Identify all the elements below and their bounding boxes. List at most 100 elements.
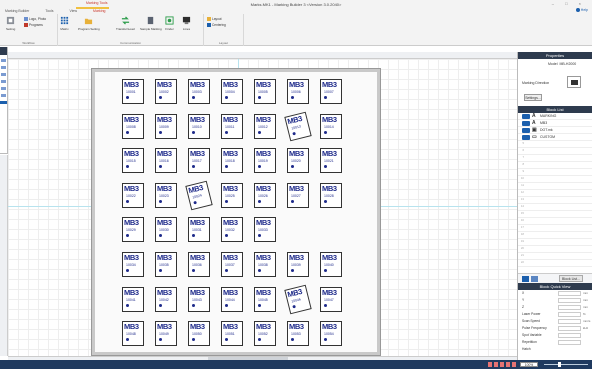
block-list-row[interactable]: 7 — [518, 155, 592, 162]
marking-tile[interactable]: MB3 10021 — [320, 148, 342, 174]
field-input[interactable] — [558, 298, 581, 303]
settings-button[interactable]: Settings... — [524, 94, 542, 101]
marking-tile[interactable]: MB3 10016 — [155, 148, 177, 174]
design-canvas[interactable]: MB3 10001 MB3 10002 MB3 10003 MB3 10004 MB3 10005… — [8, 59, 517, 356]
marking-tile[interactable]: MB3 10049 — [155, 321, 177, 347]
matrix-button[interactable]: Matrix — [60, 16, 69, 31]
block-list-row[interactable]: 15 — [518, 211, 592, 218]
marking-tile[interactable]: MB3 10048 — [122, 321, 144, 347]
marking-tile[interactable]: MB3 10003 — [188, 79, 210, 104]
block-list-row[interactable]: 10 — [518, 176, 592, 183]
marking-tile[interactable]: MB3 10024 — [185, 180, 213, 211]
marking-tile[interactable]: MB3 10051 — [221, 321, 243, 347]
programs-button[interactable]: Programs — [24, 23, 43, 27]
block-list-item[interactable]: A MB3 — [518, 120, 592, 127]
marking-tile[interactable]: MB3 10046 — [284, 284, 312, 314]
block-list-row[interactable]: 18 — [518, 232, 592, 239]
marking-tile[interactable]: MB3 10018 — [221, 148, 243, 174]
marking-tile[interactable]: MB3 10007 — [320, 79, 342, 104]
marking-tile[interactable]: MB3 10026 — [254, 182, 276, 208]
block-list-item[interactable]: ▣ DOT.mk — [518, 127, 592, 134]
marking-tile[interactable]: MB3 10031 — [188, 217, 210, 243]
marking-tile[interactable]: MB3 10052 — [254, 321, 276, 347]
marking-tile[interactable]: MB3 10042 — [155, 286, 177, 312]
marking-tile[interactable]: MB3 10030 — [155, 217, 177, 243]
sample-marking-button[interactable]: Sample Marking — [140, 16, 162, 31]
marking-tile[interactable]: MB3 10039 — [287, 252, 309, 277]
block-enable-toggle[interactable] — [522, 121, 530, 126]
marking-tile[interactable]: MB3 10005 — [254, 79, 276, 104]
centering-button[interactable]: Centering — [207, 23, 226, 27]
marking-tile[interactable]: MB3 10053 — [287, 321, 309, 347]
left-panel-item[interactable] — [1, 66, 6, 69]
block-list-row[interactable]: 12 — [518, 190, 592, 197]
block-list-row[interactable]: 17 — [518, 225, 592, 232]
block-list-row[interactable]: 5 — [518, 141, 592, 148]
field-input[interactable] — [558, 333, 581, 338]
marking-tile[interactable]: MB3 10002 — [155, 79, 177, 104]
layout-button[interactable]: Layout — [207, 17, 222, 21]
marking-tile[interactable]: MB3 10022 — [122, 182, 144, 208]
marking-tile[interactable]: MB3 10023 — [155, 182, 177, 208]
zoom-slider-knob[interactable] — [558, 362, 561, 367]
block-list-row[interactable]: 20 — [518, 246, 592, 253]
left-panel-item[interactable] — [1, 94, 6, 97]
marking-tile[interactable]: MB3 10047 — [320, 286, 342, 312]
marking-tile[interactable]: MB3 10013 — [284, 111, 312, 141]
marking-tile[interactable]: MB3 10012 — [254, 113, 276, 139]
marking-tile[interactable]: MB3 10034 — [122, 252, 144, 277]
add-block-button[interactable] — [522, 276, 529, 282]
help-button[interactable]: Help — [575, 8, 588, 13]
marking-direction-selector[interactable] — [567, 76, 581, 88]
block-list-item[interactable]: ▭ CUSTOM — [518, 134, 592, 141]
block-list-row[interactable]: 13 — [518, 197, 592, 204]
block-list-row[interactable]: 21 — [518, 253, 592, 260]
block-list-row[interactable]: 6 — [518, 148, 592, 155]
marking-plate[interactable]: MB3 10001 MB3 10002 MB3 10003 MB3 10004 MB3 10005… — [92, 69, 380, 355]
status-indicator[interactable] — [500, 362, 504, 367]
marking-tile[interactable]: MB3 10033 — [254, 217, 276, 243]
block-list-row[interactable]: 22 — [518, 260, 592, 267]
block-list-row[interactable]: 8 — [518, 162, 592, 169]
marking-tile[interactable]: MB3 10004 — [221, 79, 243, 104]
block-list-button[interactable]: Block List... — [559, 275, 583, 282]
block-enable-toggle[interactable] — [522, 128, 530, 133]
marking-tile[interactable]: MB3 10008 — [122, 113, 144, 139]
status-indicator[interactable] — [512, 362, 516, 367]
marking-tile[interactable]: MB3 10035 — [155, 252, 177, 277]
lines-button[interactable]: Lines — [182, 16, 191, 31]
marking-tile[interactable]: MB3 10032 — [221, 217, 243, 243]
marking-tile[interactable]: MB3 10019 — [254, 148, 276, 174]
block-list-row[interactable]: 14 — [518, 204, 592, 211]
marking-tile[interactable]: MB3 10017 — [188, 148, 210, 174]
status-indicator[interactable] — [494, 362, 498, 367]
marking-tile[interactable]: MB3 10054 — [320, 321, 342, 347]
marking-tile[interactable]: MB3 10041 — [122, 286, 144, 312]
setting-button[interactable]: Setting — [6, 16, 15, 31]
block-enable-toggle[interactable] — [522, 114, 530, 119]
zoom-slider[interactable] — [544, 364, 588, 365]
left-panel-item[interactable] — [1, 73, 6, 76]
field-input[interactable] — [558, 305, 581, 310]
status-indicator[interactable] — [488, 362, 492, 367]
marking-tile[interactable]: MB3 10038 — [254, 252, 276, 277]
left-panel-item[interactable] — [1, 80, 6, 83]
marking-tile[interactable]: MB3 10009 — [155, 113, 177, 139]
marking-tile[interactable]: MB3 10014 — [320, 113, 342, 139]
transfer-button[interactable]: Transfer/Load — [116, 16, 135, 31]
marking-tile[interactable]: MB3 10036 — [188, 252, 210, 277]
hatch-row[interactable]: Hatch — [518, 346, 592, 353]
marking-tile[interactable]: MB3 10044 — [221, 286, 243, 312]
block-list-row[interactable]: 16 — [518, 218, 592, 225]
window-controls[interactable]: – □ × — [552, 1, 586, 6]
block-enable-toggle[interactable] — [522, 135, 530, 140]
link-block-button[interactable] — [531, 276, 538, 282]
marking-tile[interactable]: MB3 10010 — [188, 113, 210, 139]
zoom-level[interactable]: 100% — [520, 362, 538, 367]
marking-tile[interactable]: MB3 10025 — [221, 182, 243, 208]
marking-tile[interactable]: MB3 10043 — [188, 286, 210, 312]
program-setting-button[interactable]: Program Setting — [78, 16, 100, 31]
left-panel-item-selected[interactable] — [0, 101, 7, 104]
field-input[interactable] — [558, 319, 581, 324]
field-input[interactable] — [558, 291, 581, 296]
